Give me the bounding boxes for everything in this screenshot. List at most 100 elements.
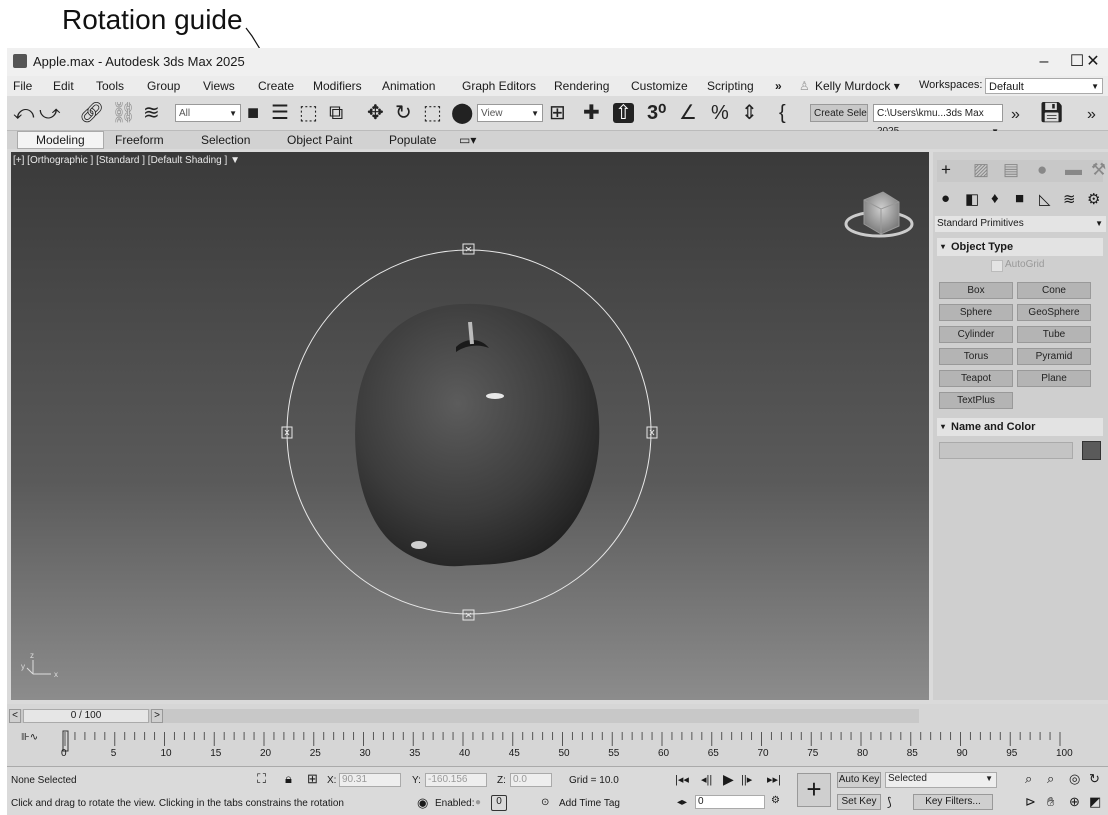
menu-animation[interactable]: Animation: [382, 79, 435, 93]
systems-icon[interactable]: ⚙︎: [1087, 190, 1100, 208]
menu-rendering[interactable]: Rendering: [554, 79, 609, 93]
menu-file[interactable]: File: [13, 79, 32, 93]
tab-populate[interactable]: Populate: [389, 133, 436, 147]
time-mode-icon[interactable]: ◂▸: [677, 797, 687, 808]
bind-space-warp-icon[interactable]: ≋: [143, 103, 160, 123]
sphere-button[interactable]: Sphere: [939, 304, 1013, 321]
menu-create[interactable]: Create: [258, 79, 294, 93]
menu-views[interactable]: Views: [203, 79, 235, 93]
time-slider[interactable]: < 0 / 100 >: [9, 709, 919, 723]
rotate-handle-bottom[interactable]: [462, 609, 475, 621]
select-object-icon[interactable]: ■: [247, 103, 259, 123]
modify-tab-icon[interactable]: ▨: [973, 160, 989, 180]
close-button[interactable]: ✕: [1070, 48, 1108, 76]
time-configuration-icon[interactable]: ⚙︎: [771, 795, 780, 806]
object-color-swatch[interactable]: [1082, 441, 1101, 460]
menu-edit[interactable]: Edit: [53, 79, 74, 93]
menu-customize[interactable]: Customize: [631, 79, 688, 93]
select-scale-icon[interactable]: ⬚: [423, 103, 442, 123]
torus-button[interactable]: Torus: [939, 348, 1013, 365]
menu-graph-editors[interactable]: Graph Editors: [462, 79, 536, 93]
save-icon[interactable]: 💾︎: [1039, 103, 1064, 123]
auto-key-button[interactable]: Auto Key: [837, 772, 881, 788]
x-coordinate-input[interactable]: 90.31: [339, 773, 401, 787]
set-key-button[interactable]: Set Key: [837, 794, 881, 810]
rotate-handle-right[interactable]: [646, 426, 658, 439]
hierarchy-tab-icon[interactable]: ▤: [1003, 160, 1019, 180]
key-filter-toggle-icon[interactable]: ⟆: [887, 795, 892, 809]
create-tab-icon[interactable]: +: [941, 160, 951, 180]
previous-frame-icon[interactable]: ◂||: [701, 773, 712, 786]
pyramid-button[interactable]: Pyramid: [1017, 348, 1091, 365]
teapot-button[interactable]: Teapot: [939, 370, 1013, 387]
key-filters-button[interactable]: Key Filters...: [913, 794, 993, 810]
menu-scripting[interactable]: Scripting: [707, 79, 754, 93]
key-mode-select[interactable]: Selected ▼: [885, 772, 997, 788]
tab-freeform[interactable]: Freeform: [115, 133, 164, 147]
cylinder-button[interactable]: Cylinder: [939, 326, 1013, 343]
time-slider-next-button[interactable]: >: [151, 709, 163, 723]
name-and-color-rollout-header[interactable]: ▾ Name and Color: [937, 418, 1103, 436]
menu-tools[interactable]: Tools: [96, 79, 124, 93]
helpers-icon[interactable]: ◺: [1039, 190, 1051, 208]
project-folder-select[interactable]: C:\Users\kmu...3ds Max 2025▼: [873, 104, 1003, 137]
placement-icon[interactable]: ⬤: [451, 103, 473, 123]
reference-coordinate-select[interactable]: View ▼: [477, 104, 543, 122]
geosphere-button[interactable]: GeoSphere: [1017, 304, 1091, 321]
autogrid-checkbox[interactable]: [991, 260, 1003, 272]
spinner-snap-icon[interactable]: ⇕: [741, 103, 758, 123]
curve-editor-toggle-icon[interactable]: ⊪∿: [21, 732, 38, 743]
pivot-center-icon[interactable]: ⊞: [549, 103, 566, 123]
y-coordinate-input[interactable]: -160.156: [425, 773, 487, 787]
utilities-tab-icon[interactable]: ⚒︎: [1091, 160, 1106, 180]
object-type-rollout-header[interactable]: ▾ Object Type: [937, 238, 1103, 256]
workspace-select[interactable]: Default ▼: [985, 78, 1103, 94]
add-time-tag-icon[interactable]: ⊙: [541, 797, 549, 808]
adaptive-degradation-icon[interactable]: ◉: [417, 795, 428, 811]
orbit-subobject-icon[interactable]: ⊕: [1069, 794, 1080, 810]
plane-button[interactable]: Plane: [1017, 370, 1091, 387]
select-move-icon[interactable]: ✥: [367, 103, 384, 123]
time-tag-icon[interactable]: 0: [491, 795, 507, 811]
create-selection-set-button[interactable]: Create Sele: [810, 104, 868, 122]
percent-snap-icon[interactable]: %: [711, 103, 729, 123]
maximize-viewport-icon[interactable]: ◩: [1089, 794, 1101, 810]
box-button[interactable]: Box: [939, 282, 1013, 299]
next-frame-icon[interactable]: ||▸: [741, 773, 752, 786]
zoom-icon[interactable]: ⌕: [1025, 771, 1032, 787]
lock-icon[interactable]: 🔒︎: [285, 771, 292, 787]
menu-group[interactable]: Group: [147, 79, 180, 93]
motion-tab-icon[interactable]: ●: [1037, 160, 1047, 180]
display-tab-icon[interactable]: ▬: [1065, 160, 1082, 180]
geometry-icon[interactable]: ●: [941, 190, 950, 207]
link-icon[interactable]: 🔗︎: [79, 103, 104, 123]
field-of-view-icon[interactable]: ⊳: [1025, 794, 1036, 810]
shapes-icon[interactable]: ◧: [965, 190, 979, 208]
play-icon[interactable]: ▶: [723, 771, 734, 788]
cameras-icon[interactable]: ■: [1015, 190, 1024, 207]
lights-icon[interactable]: ♦: [991, 190, 999, 207]
ribbon-options-dropdown[interactable]: ▭▾: [459, 133, 476, 147]
textplus-button[interactable]: TextPlus: [939, 392, 1013, 409]
edit-named-selection-icon[interactable]: {: [779, 103, 786, 123]
keyboard-shortcut-override-icon[interactable]: ⇧: [613, 103, 634, 123]
zoom-extents-icon[interactable]: ◎: [1069, 771, 1080, 787]
select-manipulate-icon[interactable]: ✚: [583, 103, 600, 123]
select-rotate-icon[interactable]: ↻: [395, 103, 412, 123]
orbit-icon[interactable]: ↻: [1089, 771, 1100, 787]
viewcube-icon[interactable]: [844, 191, 914, 238]
select-by-name-icon[interactable]: ☰: [271, 103, 289, 123]
zoom-all-icon[interactable]: ⌕: [1047, 771, 1054, 787]
pan-icon[interactable]: ✋︎: [1047, 794, 1054, 810]
snaps-toggle-icon[interactable]: 3⁰: [647, 103, 666, 123]
menu-modifiers[interactable]: Modifiers: [313, 79, 362, 93]
go-to-end-icon[interactable]: ▸▸|: [767, 773, 781, 786]
toolbar-overflow-icon[interactable]: »: [1087, 105, 1096, 125]
category-select[interactable]: Standard Primitives ▼: [935, 216, 1106, 232]
apple-object[interactable]: [355, 303, 600, 567]
selection-filter-select[interactable]: All ▼: [175, 104, 241, 122]
z-coordinate-input[interactable]: 0.0: [510, 773, 552, 787]
time-slider-prev-button[interactable]: <: [9, 709, 21, 723]
tab-selection[interactable]: Selection: [201, 133, 250, 147]
tab-object-paint[interactable]: Object Paint: [287, 133, 352, 147]
